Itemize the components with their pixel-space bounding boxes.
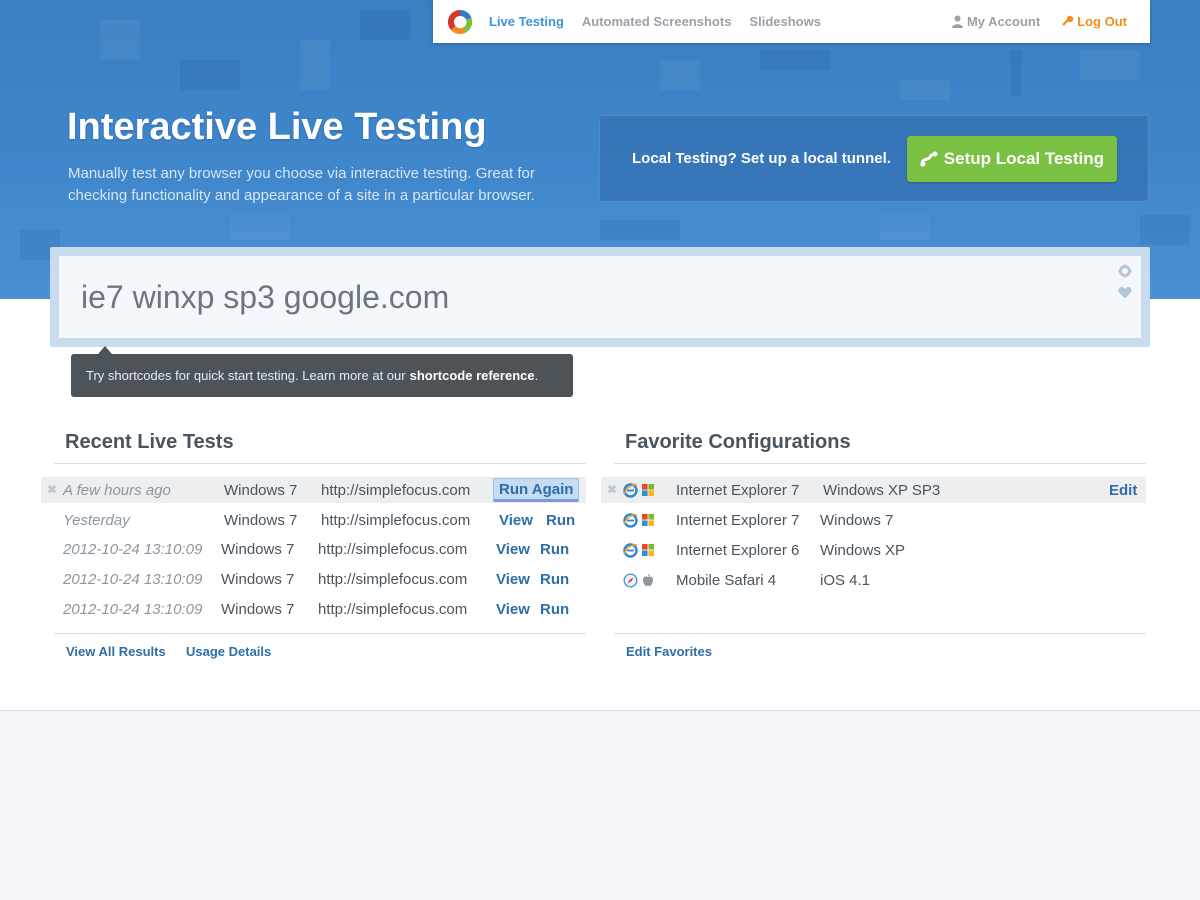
view-all-results-link[interactable]: View All Results (66, 644, 166, 659)
run-link[interactable]: Run (546, 512, 575, 529)
ie-icon (623, 512, 638, 528)
shortcode-search-container (50, 247, 1150, 347)
usage-details-link[interactable]: Usage Details (186, 644, 271, 659)
windows-icon (642, 484, 654, 496)
favorite-browser: Internet Explorer 6 (676, 541, 800, 559)
recent-url: http://simplefocus.com (318, 540, 468, 558)
logo-icon[interactable] (446, 8, 474, 36)
local-testing-text: Local Testing? Set up a local tunnel. (632, 150, 891, 167)
run-again-button[interactable]: Run Again (493, 478, 580, 502)
my-account-label: My Account (966, 14, 1041, 29)
view-link[interactable]: View (496, 571, 540, 588)
key-icon (1062, 15, 1074, 26)
recent-divider-bottom (54, 633, 586, 634)
nav-automated-screenshots[interactable]: Automated Screenshots (582, 14, 732, 29)
safari-icon (623, 572, 638, 588)
recent-os: Windows 7 (224, 481, 298, 499)
tooltip-text: Try shortcodes for quick start testing. … (86, 368, 406, 383)
page-description: Manually test any browser you choose via… (68, 165, 535, 204)
recent-row: 2012-10-24 13:10:09 Windows 7 http://sim… (41, 596, 586, 622)
recent-row[interactable]: ✖ A few hours ago Windows 7 http://simpl… (41, 477, 586, 503)
search-tools (1118, 264, 1132, 299)
setup-local-testing-label: Setup Local Testing (943, 148, 1105, 168)
favorite-browser: Internet Explorer 7 (676, 481, 800, 499)
shortcode-reference-link[interactable]: shortcode reference (410, 368, 535, 383)
top-navbar: Live Testing Automated Screenshots Slide… (433, 0, 1150, 43)
favorite-icons (623, 482, 676, 498)
view-link[interactable]: View (496, 541, 540, 558)
favorite-icons (623, 572, 676, 588)
gear-icon[interactable] (1118, 264, 1132, 278)
recent-url: http://simplefocus.com (318, 570, 468, 588)
recent-divider-top (54, 463, 586, 464)
favorite-row[interactable]: Internet Explorer 7 Windows 7 (601, 507, 1146, 533)
nav-slideshows[interactable]: Slideshows (749, 14, 821, 29)
favorite-browser: Internet Explorer 7 (676, 511, 800, 529)
page-title: Interactive Live Testing (67, 106, 487, 148)
favorite-os: Windows XP (820, 541, 906, 559)
shortcode-search-input[interactable] (58, 255, 1142, 339)
edit-favorites-link[interactable]: Edit Favorites (626, 644, 712, 659)
tooltip-suffix: . (534, 368, 539, 383)
favorites-title: Favorite Configurations (625, 431, 851, 453)
recent-time: 2012-10-24 13:10:09 (63, 600, 203, 618)
ie-icon (623, 482, 638, 498)
local-testing-box: Local Testing? Set up a local tunnel. Se… (599, 115, 1149, 202)
favorite-icons (623, 512, 676, 528)
recent-os: Windows 7 (221, 600, 295, 618)
recent-os: Windows 7 (224, 511, 298, 529)
windows-icon (642, 544, 654, 556)
nav-account-area: My Account Log Out (951, 14, 1127, 29)
recent-tests-title: Recent Live Tests (65, 431, 234, 453)
recent-os: Windows 7 (221, 570, 295, 588)
favorite-browser: Mobile Safari 4 (676, 571, 777, 589)
setup-local-testing-button[interactable]: Setup Local Testing (906, 135, 1117, 182)
recent-time: 2012-10-24 13:10:09 (63, 570, 203, 588)
favorite-row[interactable]: Internet Explorer 6 Windows XP (601, 537, 1146, 563)
favorites-divider-top (614, 463, 1146, 464)
run-link[interactable]: Run (540, 601, 569, 618)
edit-favorite-link[interactable]: Edit (1109, 482, 1137, 499)
favorites-divider-bottom (614, 633, 1146, 634)
log-out-label: Log Out (1077, 14, 1127, 29)
recent-row: 2012-10-24 13:10:09 Windows 7 http://sim… (41, 566, 586, 592)
my-account-link[interactable]: My Account (951, 14, 1040, 29)
favorite-row[interactable]: Mobile Safari 4 iOS 4.1 (601, 567, 1146, 593)
favorite-os: Windows 7 (820, 511, 894, 529)
recent-row: Yesterday Windows 7 http://simplefocus.c… (41, 507, 586, 533)
apple-icon (643, 573, 653, 586)
recent-time: 2012-10-24 13:10:09 (63, 540, 203, 558)
run-link[interactable]: Run (540, 571, 569, 588)
view-link[interactable]: View (499, 512, 546, 529)
windows-icon (642, 514, 654, 526)
favorite-row[interactable]: ✖ Internet Explorer 7 Windows XP SP3 Edi… (601, 477, 1146, 503)
favorite-icons (623, 542, 676, 558)
tunnel-icon (920, 151, 938, 166)
ie-icon (623, 542, 638, 558)
log-out-link[interactable]: Log Out (1061, 14, 1127, 29)
recent-row: 2012-10-24 13:10:09 Windows 7 http://sim… (41, 536, 586, 562)
recent-url: http://simplefocus.com (321, 481, 471, 499)
heart-icon[interactable] (1118, 286, 1132, 299)
run-link[interactable]: Run (540, 541, 569, 558)
favorite-os: Windows XP SP3 (823, 481, 941, 499)
recent-url: http://simplefocus.com (318, 600, 468, 618)
nav-live-testing[interactable]: Live Testing (489, 14, 564, 29)
favorite-os: iOS 4.1 (820, 571, 871, 589)
recent-os: Windows 7 (221, 540, 295, 558)
remove-icon[interactable]: ✖ (41, 482, 63, 498)
remove-icon[interactable]: ✖ (601, 482, 623, 498)
recent-time: Yesterday (63, 511, 130, 529)
user-icon (951, 15, 963, 28)
shortcode-tooltip: Try shortcodes for quick start testing. … (71, 346, 573, 397)
view-link[interactable]: View (496, 601, 540, 618)
footer-divider (0, 710, 1200, 711)
recent-url: http://simplefocus.com (321, 511, 471, 529)
recent-time: A few hours ago (63, 481, 171, 499)
